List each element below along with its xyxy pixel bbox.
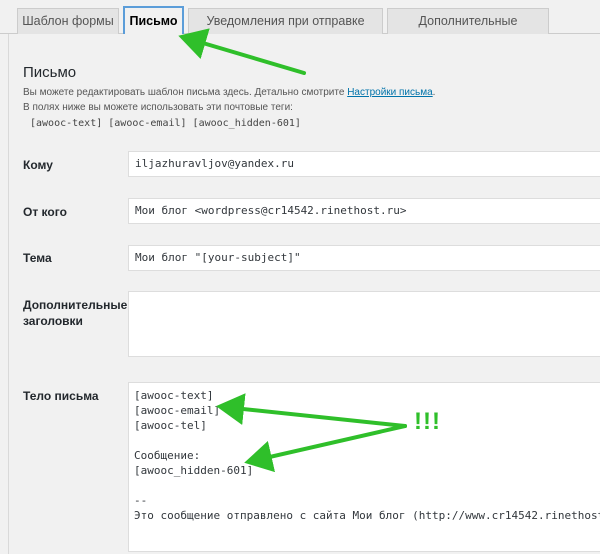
mail-tags-list: [awooc-text] [awooc-email] [awooc_hidden… [30,118,301,129]
mail-body-textarea[interactable]: [awooc-text] [awooc-email] [awooc-tel] С… [128,382,600,552]
from-label: От кого [23,205,67,219]
section-title: Письмо [23,64,77,81]
subject-label: Тема [23,251,52,265]
tab-additional-settings[interactable]: Дополнительные настройки [387,8,549,52]
tab-mail[interactable]: Письмо [123,6,184,35]
from-input[interactable]: Мои блог <wordpress@cr14542.rinethost.ru… [128,198,600,224]
annotation-exclaim: !!! [414,408,441,435]
mail-settings-link[interactable]: Настройки письма [347,87,432,98]
to-input[interactable]: iljazhuravljov@yandex.ru [128,151,600,177]
tab-bar: Шаблон формы Письмо Уведомления при отпр… [0,0,600,52]
mail-tags-hint: В полях ниже вы можете использовать эти … [23,102,293,113]
to-label: Кому [23,158,53,172]
tab-notifications[interactable]: Уведомления при отправке формы [188,8,383,52]
section-description: Вы можете редактировать шаблон письма зд… [23,87,436,98]
body-label: Тело письма [23,389,99,403]
headers-label: Дополнительные заголовки [23,298,128,328]
tab-form-template[interactable]: Шаблон формы [17,8,119,34]
additional-headers-textarea[interactable] [128,291,600,357]
subject-input[interactable]: Мои блог "[your-subject]" [128,245,600,271]
